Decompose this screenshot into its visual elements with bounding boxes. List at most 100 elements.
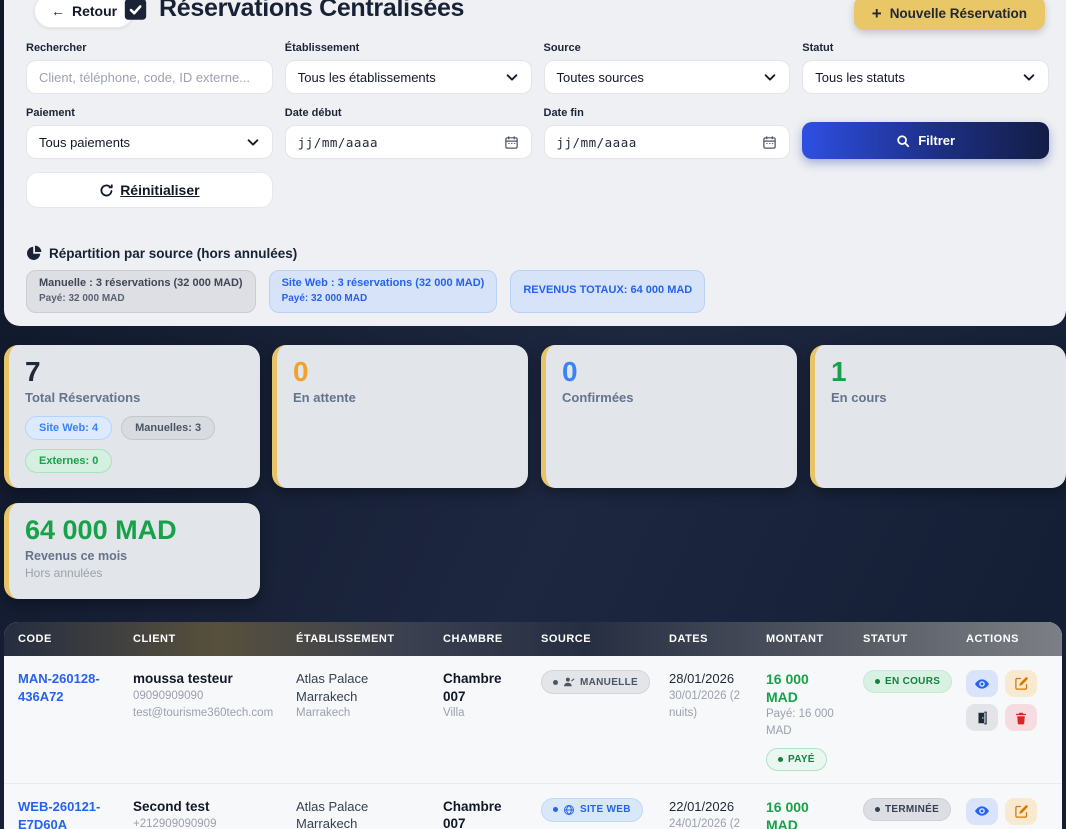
checkout-door-button[interactable] [966, 704, 998, 731]
revenue-value: 64 000 MAD [25, 514, 244, 546]
col-header-chambre: CHAMBRE [443, 633, 541, 645]
source-select[interactable]: Toutes sources [544, 60, 791, 94]
stat-card-attente: 0 En attente [272, 345, 528, 488]
establishment-filter-group: Établissement Tous les établissements [285, 42, 532, 94]
calendar-icon[interactable] [762, 135, 777, 150]
source-badge-manuelle: MANUELLE [541, 670, 650, 694]
status-filter-group: Statut Tous les statuts [802, 42, 1049, 94]
col-header-montant: MONTANT [766, 633, 863, 645]
date-end-filter-group: Date fin jj/mm/aaaa [544, 107, 791, 159]
table-header: CODE CLIENT ÉTABLISSEMENT CHAMBRE SOURCE… [4, 622, 1062, 656]
room-name: Chambre 007 [443, 670, 513, 705]
chevron-down-icon [763, 70, 777, 84]
edit-button[interactable] [1005, 798, 1037, 825]
stat-card-confirmees: 0 Confirmées [541, 345, 797, 488]
amount: 16 000 MAD [766, 670, 828, 706]
view-button[interactable] [966, 798, 998, 825]
client-phone: 09090909090 [133, 688, 284, 705]
chevron-down-icon [1022, 70, 1036, 84]
paid-badge: PAYÉ [766, 748, 827, 771]
dot-icon [875, 807, 880, 812]
stat-chip-siteweb: Site Web: 4 [25, 416, 112, 440]
status-label: Statut [802, 42, 1049, 54]
trash-icon [1014, 711, 1028, 725]
door-icon [975, 711, 989, 725]
col-header-etablissement: ÉTABLISSEMENT [296, 633, 443, 645]
reservation-code-link[interactable]: MAN-260128-436A72 [18, 671, 100, 704]
eye-icon [974, 676, 990, 692]
chevron-down-icon [505, 70, 519, 84]
reset-button[interactable]: Réinitialiser [26, 172, 273, 208]
table-row: MAN-260128-436A72 moussa testeur 0909090… [4, 656, 1062, 784]
edit-icon [1014, 676, 1029, 691]
col-header-statut: STATUT [863, 633, 966, 645]
back-arrow-icon: ← [51, 3, 65, 19]
filters-grid: Rechercher Établissement Tous les établi… [26, 42, 1049, 208]
date-start: 28/01/2026 [669, 670, 754, 688]
table-row: WEB-260121-E7D60A Second test +212909090… [4, 784, 1062, 829]
date-start-input[interactable]: jj/mm/aaaa [285, 125, 532, 159]
search-input[interactable] [39, 70, 260, 85]
establishment-label: Établissement [285, 42, 532, 54]
plus-icon: + [872, 5, 882, 22]
date-end: 24/01/2026 (2 nuits) [669, 816, 754, 829]
source-filter-group: Source Toutes sources [544, 42, 791, 94]
date-start-label: Date début [285, 107, 532, 119]
stat-value: 7 [25, 356, 244, 388]
search-label: Rechercher [26, 42, 273, 54]
payment-filter-group: Paiement Tous paiements [26, 107, 273, 159]
dot-icon [553, 680, 558, 685]
date-end: 30/01/2026 (2 nuits) [669, 688, 754, 721]
stat-value: 0 [293, 356, 512, 388]
pie-chart-icon [26, 245, 42, 261]
new-reservation-button[interactable]: + Nouvelle Réservation [854, 0, 1045, 30]
date-start-filter-group: Date début jj/mm/aaaa [285, 107, 532, 159]
client-phone: +212909090909 [133, 816, 284, 829]
stat-chip-manuelles: Manuelles: 3 [121, 416, 215, 440]
calendar-check-icon [122, 0, 149, 22]
revenue-label: Revenus ce mois [25, 549, 244, 563]
edit-button[interactable] [1005, 670, 1037, 697]
search-filter-group: Rechercher [26, 42, 273, 94]
date-end-input[interactable]: jj/mm/aaaa [544, 125, 791, 159]
source-chip-siteweb: Site Web : 3 réservations (32 000 MAD) P… [269, 270, 498, 313]
stat-value: 1 [831, 356, 1050, 388]
stat-label: En attente [293, 390, 512, 405]
room-type: Villa [443, 705, 529, 722]
col-header-actions: ACTIONS [966, 633, 1062, 645]
col-header-code: CODE [18, 633, 133, 645]
date-end-label: Date fin [544, 107, 791, 119]
delete-button[interactable] [1005, 704, 1037, 731]
refresh-icon [99, 183, 114, 198]
client-email: test@tourisme360tech.com [133, 705, 284, 722]
globe-icon [563, 804, 575, 816]
establishment-select[interactable]: Tous les établissements [285, 60, 532, 94]
reservation-code-link[interactable]: WEB-260121-E7D60A [18, 799, 100, 829]
stat-label: Confirmées [562, 390, 781, 405]
dot-icon [778, 757, 783, 762]
date-start: 22/01/2026 [669, 798, 754, 816]
stat-label: En cours [831, 390, 1050, 405]
repartition-title: Répartition par source (hors annulées) [26, 245, 705, 261]
page-title: Réservations Centralisées [122, 0, 464, 23]
room-name: Chambre 007 [443, 798, 513, 829]
payment-label: Paiement [26, 107, 273, 119]
reservations-table: CODE CLIENT ÉTABLISSEMENT CHAMBRE SOURCE… [4, 622, 1062, 829]
client-name: moussa testeur [133, 670, 284, 688]
status-badge: TERMINÉE [863, 798, 951, 821]
payment-select[interactable]: Tous paiements [26, 125, 273, 159]
calendar-icon[interactable] [504, 135, 519, 150]
filter-button[interactable]: Filtrer [802, 122, 1049, 159]
revenue-card: 64 000 MAD Revenus ce mois Hors annulées [4, 503, 260, 599]
amount: 16 000 MAD [766, 798, 828, 829]
establishment-name: Atlas Palace Marrakech [296, 798, 404, 829]
person-icon [563, 676, 575, 688]
status-badge: EN COURS [863, 670, 952, 693]
dot-icon [553, 807, 558, 812]
status-select[interactable]: Tous les statuts [802, 60, 1049, 94]
back-button[interactable]: ← Retour [34, 0, 134, 28]
view-button[interactable] [966, 670, 998, 697]
paid-amount: Payé: 16 000 MAD [766, 706, 846, 739]
eye-icon [974, 803, 990, 819]
client-name: Second test [133, 798, 284, 816]
